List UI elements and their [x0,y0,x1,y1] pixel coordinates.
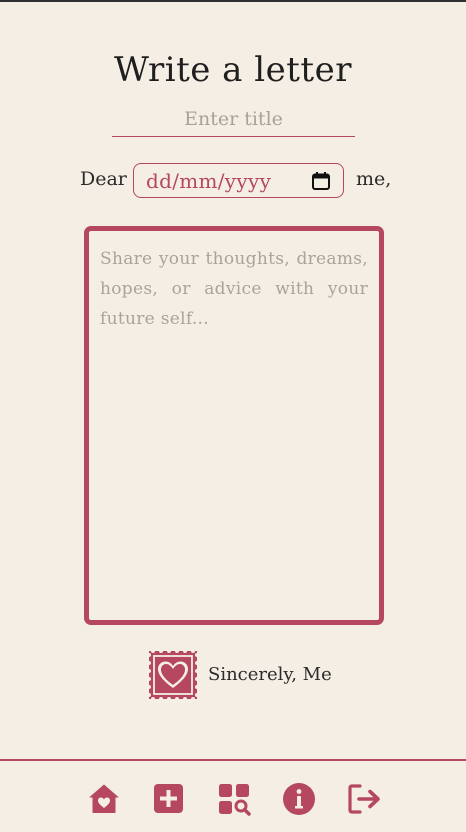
top-border [0,0,466,2]
signature-row: Sincerely, Me [0,648,466,702]
me-label: me, [356,168,392,190]
signature-text: Sincerely, Me [208,664,332,685]
letter-textarea[interactable] [89,231,379,620]
grid-search-icon [219,784,251,816]
page-title: Write a letter [114,50,352,90]
plus-square-icon [154,784,183,813]
nav-info-button[interactable] [282,782,316,816]
nav-add-button[interactable] [152,782,186,816]
heart-stamp-icon [148,650,198,700]
nav-home-button[interactable] [87,782,121,816]
title-input[interactable] [112,102,355,137]
nav-logout-button[interactable] [347,782,381,816]
calendar-icon[interactable] [311,171,331,191]
salutation-row: Dear dd/mm/yyyy me, [0,163,466,200]
home-heart-icon [89,784,119,813]
nav-divider [0,759,466,761]
logout-icon [348,784,380,814]
nav-browse-button[interactable] [217,782,251,816]
dear-label: Dear [80,168,127,190]
date-input[interactable]: dd/mm/yyyy [133,163,344,198]
bottom-nav [0,782,466,818]
date-placeholder: dd/mm/yyyy [146,169,272,193]
info-circle-icon [283,783,315,815]
letter-box [84,226,384,625]
